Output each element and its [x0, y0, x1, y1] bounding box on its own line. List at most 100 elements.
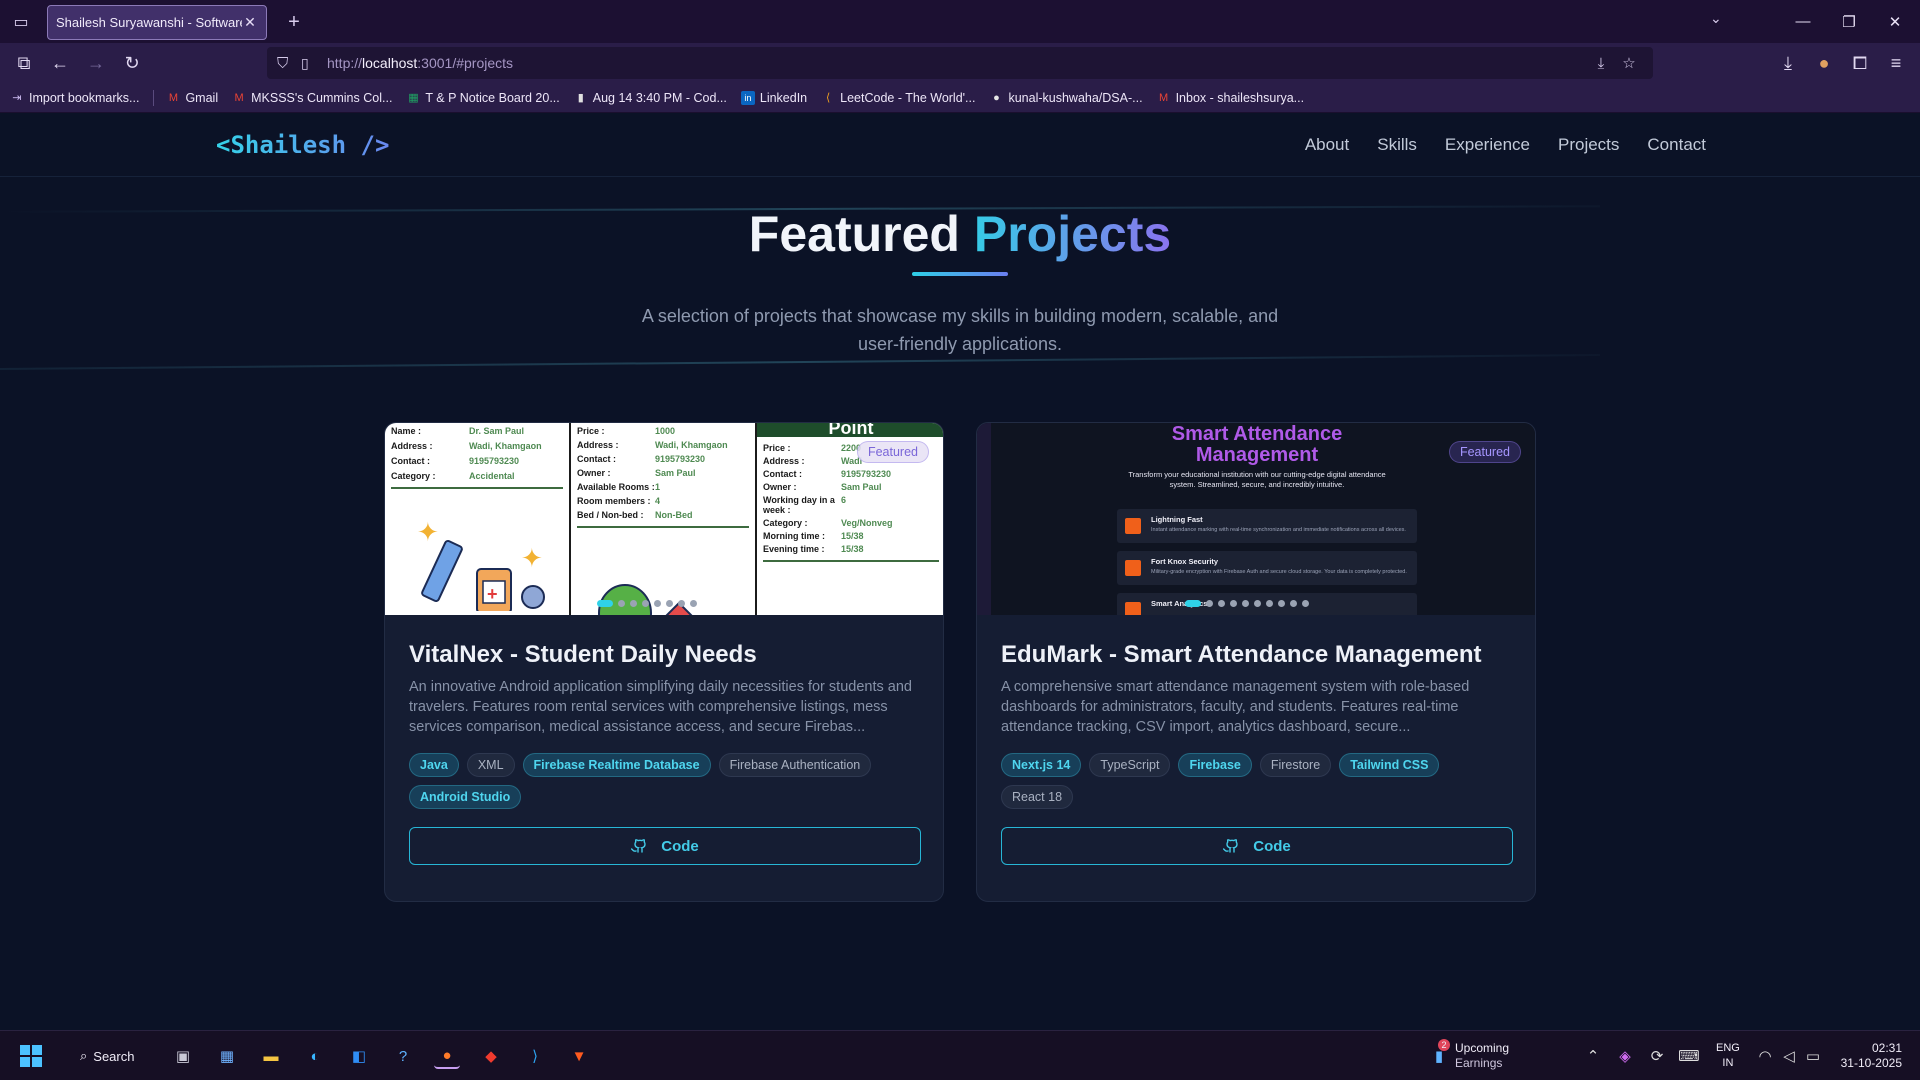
keyboard-icon[interactable]: ⌨: [1676, 1043, 1702, 1069]
store-icon[interactable]: ▦: [214, 1043, 240, 1069]
downloads-icon[interactable]: ⤓: [1774, 49, 1802, 77]
tech-tag: Tailwind CSS: [1339, 753, 1440, 777]
minimize-icon[interactable]: —: [1780, 0, 1826, 43]
language-indicator[interactable]: ENG IN: [1716, 1041, 1740, 1071]
tech-tag: Firebase Realtime Database: [522, 753, 711, 777]
install-app-icon[interactable]: ⤓: [1587, 55, 1615, 72]
carousel-dot[interactable]: [678, 600, 685, 607]
carousel-dot[interactable]: [654, 600, 661, 607]
nav-link-projects[interactable]: Projects: [1558, 135, 1619, 155]
show-hidden-icons[interactable]: ⌃: [1580, 1043, 1606, 1069]
menu-icon[interactable]: ≡: [1882, 49, 1910, 77]
nav-link-skills[interactable]: Skills: [1377, 135, 1417, 155]
carousel-dot[interactable]: [618, 600, 625, 607]
svg-text:+: +: [487, 584, 498, 604]
carousel-dot[interactable]: [1278, 600, 1285, 607]
url-text[interactable]: http://localhost:3001/#projects: [327, 55, 1587, 71]
file-explorer-icon[interactable]: ▬: [258, 1043, 284, 1069]
nav-link-experience[interactable]: Experience: [1445, 135, 1530, 155]
site-logo[interactable]: <Shailesh />: [216, 131, 389, 159]
nav-link-contact[interactable]: Contact: [1647, 135, 1706, 155]
restore-icon[interactable]: ❐: [1826, 0, 1872, 43]
page-info-icon[interactable]: ▯: [301, 55, 327, 72]
task-view-icon[interactable]: ▣: [170, 1043, 196, 1069]
vscode-icon[interactable]: ⟩: [522, 1043, 548, 1069]
carousel-dot[interactable]: [630, 600, 637, 607]
tab-close-icon[interactable]: ✕: [242, 14, 258, 31]
bookmark-star-icon[interactable]: ☆: [1615, 54, 1643, 72]
code-button[interactable]: Code: [1001, 827, 1513, 865]
taskbar-search[interactable]: ⌕ Search: [68, 1041, 152, 1071]
code-button[interactable]: Code: [409, 827, 921, 865]
bookmark-item[interactable]: ⟨ LeetCode - The World'...: [821, 91, 975, 105]
wifi-icon[interactable]: ◠: [1752, 1043, 1778, 1069]
edge-icon[interactable]: ◐: [302, 1043, 328, 1069]
tab-active[interactable]: Shailesh Suryawanshi - Software De ✕: [47, 5, 267, 40]
widget-badge: 2: [1438, 1039, 1450, 1051]
bookmark-item[interactable]: ⇥ Import bookmarks...: [10, 91, 139, 105]
mess-header: Point: [757, 423, 943, 437]
bookmark-item[interactable]: ▮ Aug 14 3:40 PM - Cod...: [574, 91, 727, 105]
carousel-dots[interactable]: [1185, 600, 1309, 607]
carousel-dot[interactable]: [1218, 600, 1225, 607]
bookmark-item[interactable]: M Inbox - shaileshsurya...: [1157, 91, 1304, 105]
carousel-dot[interactable]: [1254, 600, 1261, 607]
section-title: Featured Projects: [748, 206, 1172, 262]
copilot-icon[interactable]: ◈: [1612, 1043, 1638, 1069]
carousel-dot[interactable]: [1242, 600, 1249, 607]
sidebar-toggle-icon[interactable]: ⧉: [10, 49, 38, 77]
project-thumbnail[interactable]: ✦ ✦ + Name : Dr. Sam Paul Address : Wadi, K…: [385, 423, 943, 615]
carousel-dot[interactable]: [642, 600, 649, 607]
extensions-icon[interactable]: ⧠: [1846, 49, 1874, 77]
project-thumbnail[interactable]: Smart Attendance Management Transform yo…: [977, 423, 1535, 615]
carousel-dot[interactable]: [1266, 600, 1273, 607]
carousel-dot[interactable]: [1302, 600, 1309, 607]
shield-icon[interactable]: ⛉: [277, 55, 301, 72]
featured-badge: Featured: [1448, 441, 1521, 463]
carousel-dot[interactable]: [1185, 600, 1201, 607]
battery-icon[interactable]: ▭: [1800, 1043, 1826, 1069]
bookmark-item[interactable]: ● kunal-kushwaha/DSA-...: [989, 91, 1142, 105]
clock[interactable]: 02:31 31-10-2025: [1834, 1041, 1902, 1071]
gmail-icon: M: [1158, 91, 1169, 104]
brave-icon[interactable]: ▼: [566, 1043, 592, 1069]
git-icon[interactable]: ◆: [478, 1043, 504, 1069]
bookmark-item[interactable]: M MKSSS's Cummins Col...: [232, 91, 393, 105]
close-window-icon[interactable]: ✕: [1872, 0, 1918, 43]
tab-title: Shailesh Suryawanshi - Software De: [56, 15, 242, 30]
tech-tags: Next.js 14 TypeScript Firebase Firestore Tai…: [1001, 753, 1513, 809]
nav-link-about[interactable]: About: [1305, 135, 1349, 155]
section-subtitle: A selection of projects that showcase my…: [641, 306, 1279, 354]
outlook-icon[interactable]: ◧: [346, 1043, 372, 1069]
carousel-dot[interactable]: [690, 600, 697, 607]
carousel-dots[interactable]: [597, 600, 697, 607]
start-icon[interactable]: [18, 1043, 44, 1069]
bookmark-item[interactable]: ▦ T & P Notice Board 20...: [406, 91, 560, 105]
carousel-dot[interactable]: [666, 600, 673, 607]
forward-icon[interactable]: →: [82, 49, 110, 77]
new-tab-button[interactable]: +: [280, 8, 308, 36]
volume-icon[interactable]: ◁: [1776, 1043, 1802, 1069]
bookmark-item[interactable]: in LinkedIn: [740, 90, 807, 105]
tech-tag: Android Studio: [409, 785, 522, 809]
github-icon: [1223, 837, 1239, 856]
sync-icon[interactable]: ⟳: [1644, 1043, 1670, 1069]
list-all-tabs-icon[interactable]: ⌄: [1710, 10, 1722, 27]
title-underline: [912, 272, 1008, 276]
firefox-icon[interactable]: ●: [434, 1043, 460, 1069]
bookmark-item[interactable]: M Gmail: [166, 91, 218, 105]
address-bar[interactable]: ⛉ ▯ http://localhost:3001/#projects ⤓ ☆: [267, 47, 1653, 79]
lock-icon: [1125, 560, 1141, 576]
tab-list-icon[interactable]: ▭: [0, 0, 42, 43]
back-icon[interactable]: ←: [46, 49, 74, 77]
svg-text:✦: ✦: [417, 517, 439, 547]
widget-text[interactable]: Upcoming Earnings: [1455, 1041, 1509, 1071]
profile-icon[interactable]: ●: [1810, 49, 1838, 77]
browser-nav-bar: ⧉ ← → ↻ ⛉ ▯ http://localhost:3001/#proje…: [0, 43, 1920, 83]
carousel-dot[interactable]: [597, 600, 613, 607]
carousel-dot[interactable]: [1230, 600, 1237, 607]
reload-icon[interactable]: ↻: [118, 49, 146, 77]
help-icon[interactable]: ?: [390, 1043, 416, 1069]
carousel-dot[interactable]: [1206, 600, 1213, 607]
carousel-dot[interactable]: [1290, 600, 1297, 607]
